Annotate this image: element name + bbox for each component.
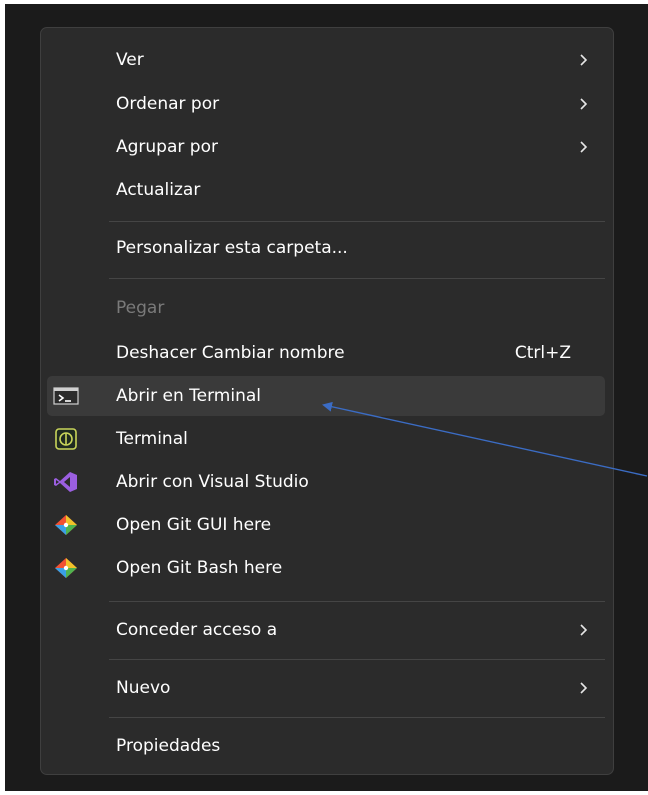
annotation-arrow [322, 401, 648, 477]
